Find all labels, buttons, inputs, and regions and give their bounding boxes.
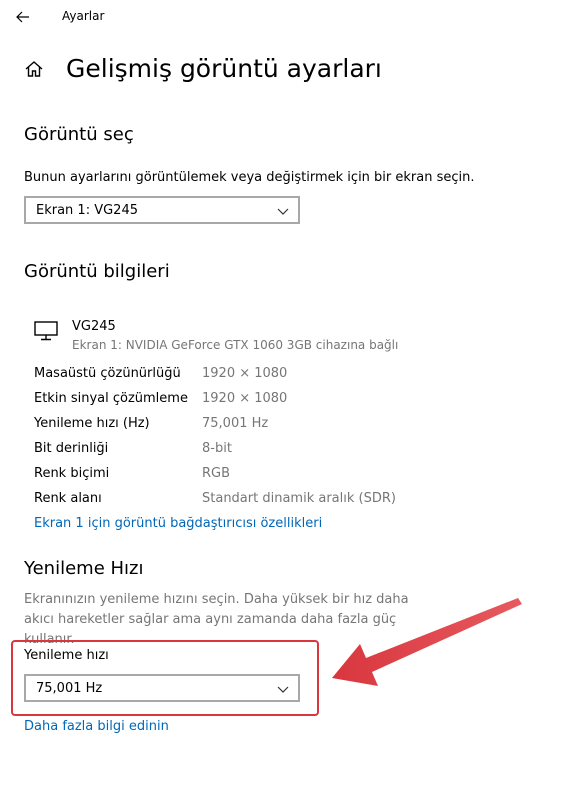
page-header: Gelişmiş görüntü ayarları	[22, 54, 382, 83]
more-info-link[interactable]: Daha fazla bilgi edinin	[24, 719, 169, 734]
monitor-subtitle: Ekran 1: NVIDIA GeForce GTX 1060 3GB cih…	[72, 338, 399, 352]
refresh-rate-label: Yenileme hızı	[24, 648, 109, 663]
info-label: Yenileme hızı (Hz)	[34, 416, 150, 431]
info-value: 1920 × 1080	[202, 366, 288, 381]
select-display-heading: Görüntü seç	[24, 124, 134, 145]
info-label: Masaüstü çözünürlüğü	[34, 366, 181, 381]
adapter-properties-link[interactable]: Ekran 1 için görüntü bağdaştırıcısı özel…	[34, 516, 322, 531]
info-value: 1920 × 1080	[202, 391, 288, 406]
annotation-arrow-icon	[326, 592, 526, 696]
info-label: Etkin sinyal çözümleme	[34, 391, 188, 406]
app-title: Ayarlar	[62, 9, 105, 23]
refresh-rate-select-value: 75,001 Hz	[36, 680, 103, 696]
chevron-down-icon	[277, 205, 289, 220]
title-bar: Ayarlar	[0, 0, 576, 34]
back-button[interactable]	[8, 4, 38, 30]
info-value: Standart dinamik aralık (SDR)	[202, 491, 396, 506]
info-label: Renk biçimi	[34, 466, 110, 481]
monitor-name: VG245	[72, 319, 116, 334]
select-display-description: Bunun ayarlarını görüntülemek veya değiş…	[24, 170, 475, 185]
display-info-heading: Görüntü bilgileri	[24, 261, 170, 282]
display-select[interactable]: Ekran 1: VG245	[24, 196, 300, 224]
info-label: Renk alanı	[34, 491, 102, 506]
info-value: 8-bit	[202, 441, 232, 456]
arrow-left-icon	[16, 8, 30, 27]
info-label: Bit derinliği	[34, 441, 109, 456]
refresh-rate-select[interactable]: 75,001 Hz	[24, 674, 300, 702]
home-icon[interactable]	[22, 57, 46, 81]
refresh-rate-heading: Yenileme Hızı	[24, 558, 144, 579]
page-title: Gelişmiş görüntü ayarları	[66, 54, 382, 83]
display-select-value: Ekran 1: VG245	[36, 202, 138, 218]
monitor-icon	[34, 321, 58, 345]
info-value: 75,001 Hz	[202, 416, 269, 431]
chevron-down-icon	[277, 683, 289, 698]
info-value: RGB	[202, 466, 231, 481]
